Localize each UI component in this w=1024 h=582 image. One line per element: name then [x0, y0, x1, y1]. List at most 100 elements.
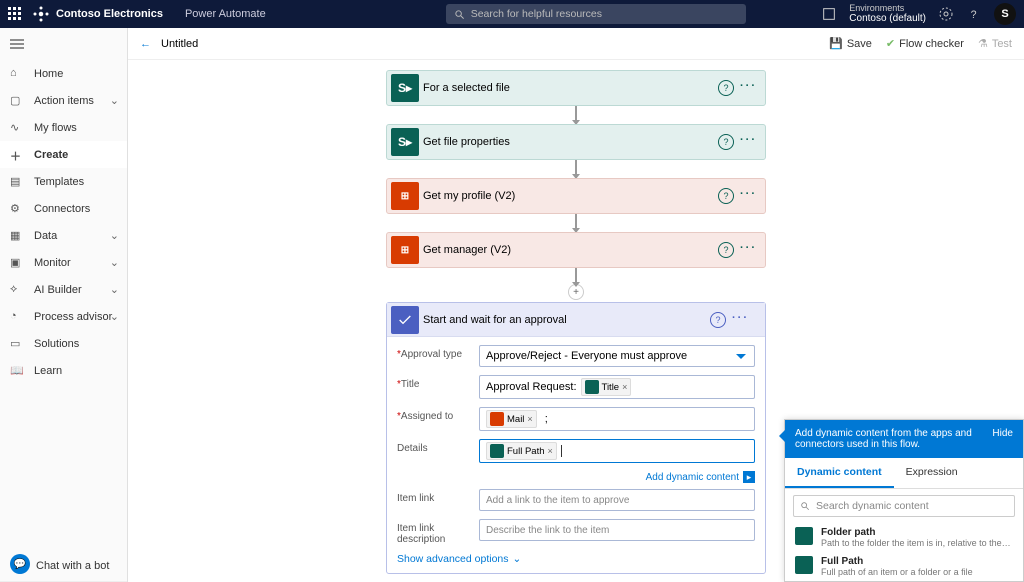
brand-name: Contoso Electronics [56, 8, 163, 20]
search-input[interactable]: Search for helpful resources [446, 4, 746, 24]
back-arrow-icon[interactable]: ← [140, 38, 151, 50]
sidebar-item-label: Solutions [34, 338, 79, 350]
flow-step[interactable]: ⊞ Get manager (V2) ?··· [386, 232, 766, 268]
svg-text:?: ? [971, 9, 977, 21]
command-bar: ← Untitled 💾Save ✔Flow checker ⚗Test [128, 28, 1024, 60]
nav-icon: ＋ [10, 148, 24, 162]
sidebar-item-action-items[interactable]: ▢ Action items ⌄ [0, 87, 127, 114]
search-placeholder: Search for helpful resources [471, 8, 602, 20]
nav-icon: ⚙ [10, 202, 24, 216]
item-link-input[interactable]: Add a link to the item to approve [479, 489, 755, 511]
environment-picker[interactable]: Environments Contoso (default) [849, 4, 926, 25]
tab-dynamic-content[interactable]: Dynamic content [785, 458, 894, 488]
chat-icon[interactable]: 💬 [10, 554, 30, 574]
chevron-down-icon: ⌄ [110, 283, 119, 296]
hide-link[interactable]: Hide [992, 428, 1013, 450]
approval-type-select[interactable]: Approve/Reject - Everyone must approve [479, 345, 755, 367]
help-icon[interactable]: ? [718, 80, 734, 96]
chevron-down-icon: ⌄ [110, 229, 119, 242]
full-path-token[interactable]: Full Path× [486, 442, 557, 460]
help-icon[interactable]: ? [718, 242, 734, 258]
step-title: For a selected file [423, 82, 718, 94]
sidebar-item-label: Monitor [34, 257, 71, 269]
more-icon[interactable]: ··· [740, 188, 757, 204]
nav-icon: ⌂ [10, 67, 24, 81]
hamburger-icon[interactable] [0, 28, 127, 60]
dynamic-content-item[interactable]: Full PathFull path of an item or a folde… [785, 552, 1023, 581]
test-button[interactable]: ⚗Test [978, 37, 1012, 50]
show-advanced-options-link[interactable]: Show advanced options ⌄ [397, 553, 755, 565]
flow-step[interactable]: ⊞ Get my profile (V2) ?··· [386, 178, 766, 214]
sidebar-item-my-flows[interactable]: ∿My flows [0, 114, 127, 141]
sidebar-item-label: Create [34, 149, 68, 161]
close-icon: × [548, 446, 553, 456]
settings-icon[interactable] [938, 6, 954, 22]
dynamic-content-panel: Add dynamic content from the apps and co… [784, 419, 1024, 582]
nav-icon: ▣ [10, 256, 24, 270]
tab-expression[interactable]: Expression [894, 458, 970, 488]
help-icon[interactable]: ? [718, 134, 734, 150]
sharepoint-icon [795, 527, 813, 545]
sidebar-item-home[interactable]: ⌂ Home [0, 60, 127, 87]
mail-token[interactable]: Mail× [486, 410, 537, 428]
more-icon[interactable]: ··· [740, 80, 757, 96]
help-icon[interactable]: ? [966, 6, 982, 22]
dynamic-content-item[interactable]: Folder pathPath to the folder the item i… [785, 523, 1023, 552]
title-token[interactable]: Title× [581, 378, 632, 396]
sharepoint-icon [795, 556, 813, 574]
sidebar-item-label: Home [34, 68, 63, 80]
app-launcher-icon[interactable] [8, 7, 22, 21]
office365-icon: ⊞ [391, 182, 419, 210]
flow-title[interactable]: Untitled [161, 38, 198, 50]
sidebar-item-connectors[interactable]: ⚙Connectors [0, 195, 127, 222]
dynamic-search-input[interactable]: Search dynamic content [793, 495, 1015, 517]
sidebar-item-data[interactable]: ▦Data⌄ [0, 222, 127, 249]
assigned-to-input[interactable]: Mail× ; [479, 407, 755, 431]
close-icon: × [622, 382, 627, 392]
sidebar-item-label: Learn [34, 365, 62, 377]
environment-name: Contoso (default) [849, 13, 926, 24]
sidebar-item-label: Action items [34, 95, 94, 107]
product-name: Power Automate [185, 8, 266, 20]
flow-step[interactable]: S▸ For a selected file ?··· [386, 70, 766, 106]
nav-icon: ▢ [10, 94, 24, 108]
add-dynamic-content-link[interactable]: Add dynamic content▸ [397, 471, 755, 483]
sidebar: ⌂ Home ▢ Action items ⌄ ∿My flows ＋ Create ▤Temp… [0, 28, 128, 582]
more-icon[interactable]: ··· [740, 134, 757, 150]
chevron-down-icon: ⌄ [110, 256, 119, 269]
save-button[interactable]: 💾Save [829, 37, 872, 50]
title-label: *Title [397, 375, 479, 390]
help-icon[interactable]: ? [718, 188, 734, 204]
arrow-icon [575, 268, 577, 286]
sidebar-item-templates[interactable]: ▤Templates [0, 168, 127, 195]
office365-icon: ⊞ [391, 236, 419, 264]
flow-step[interactable]: S▸ Get file properties ?··· [386, 124, 766, 160]
more-icon[interactable]: ··· [732, 312, 749, 328]
sidebar-item-label: Templates [34, 176, 84, 188]
arrow-icon [575, 214, 577, 232]
more-icon[interactable]: ··· [740, 242, 757, 258]
help-icon[interactable]: ? [710, 312, 726, 328]
chevron-down-icon: ⌄ [110, 94, 119, 107]
sidebar-item-monitor[interactable]: ▣ Monitor ⌄ [0, 249, 127, 276]
sidebar-item-solutions[interactable]: ▭Solutions [0, 330, 127, 357]
sidebar-item-learn[interactable]: 📖Learn [0, 357, 127, 384]
brand-icon [32, 5, 50, 23]
flow-checker-button[interactable]: ✔Flow checker [886, 37, 964, 50]
sidebar-item-create[interactable]: ＋ Create [0, 141, 127, 168]
sidebar-item-ai-builder[interactable]: ⟡AI Builder⌄ [0, 276, 127, 303]
approval-card: Start and wait for an approval ? ··· *Ap… [386, 302, 766, 574]
sharepoint-icon: S▸ [391, 128, 419, 156]
chat-label[interactable]: Chat with a bot [36, 560, 109, 572]
chevron-down-icon: ⌄ [110, 310, 119, 323]
details-input[interactable]: Full Path× [479, 439, 755, 463]
sidebar-item-process-advisor[interactable]: ◔Process advisor⌄ [0, 303, 127, 330]
avatar[interactable]: S [994, 3, 1016, 25]
nav-icon: ▦ [10, 229, 24, 243]
approval-card-title: Start and wait for an approval [423, 314, 567, 326]
nav-icon: ⟡ [10, 283, 24, 297]
title-input[interactable]: Approval Request: Title× [479, 375, 755, 399]
close-icon: × [527, 414, 532, 424]
nav-icon: ∿ [10, 121, 24, 135]
item-link-description-input[interactable]: Describe the link to the item [479, 519, 755, 541]
